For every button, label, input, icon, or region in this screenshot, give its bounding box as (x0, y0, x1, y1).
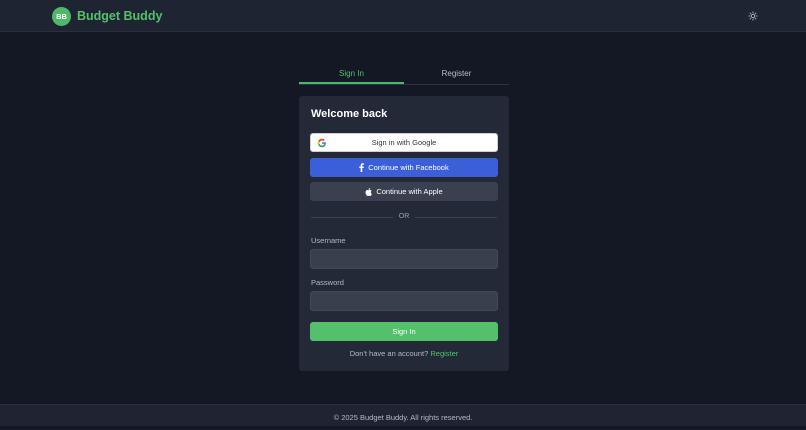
login-card: Welcome back Sign in with Google Continu… (299, 96, 509, 371)
footer: © 2025 Budget Buddy. All rights reserved… (0, 404, 806, 426)
register-link[interactable]: Register (430, 349, 458, 358)
footer-text: © 2025 Budget Buddy. All rights reserved… (333, 413, 473, 422)
card-title: Welcome back (311, 108, 388, 120)
brand-name: Budget Buddy (77, 9, 163, 23)
username-label: Username (311, 236, 346, 245)
google-sign-in-button[interactable]: Sign in with Google (310, 133, 498, 152)
apple-sign-in-button[interactable]: Continue with Apple (310, 182, 498, 201)
top-navbar: BB Budget Buddy (0, 0, 806, 32)
username-input[interactable] (310, 249, 498, 269)
divider-line-right (415, 217, 497, 218)
tab-register[interactable]: Register (404, 66, 509, 84)
sign-in-button[interactable]: Sign In (310, 322, 498, 341)
auth-tabs: Sign In Register (299, 66, 509, 85)
google-icon (317, 138, 327, 148)
facebook-icon (359, 163, 365, 172)
password-input[interactable] (310, 291, 498, 311)
register-prompt-text: Don't have an account? (349, 349, 431, 358)
facebook-sign-in-button[interactable]: Continue with Facebook (310, 158, 498, 177)
facebook-button-label: Continue with Facebook (368, 163, 449, 172)
apple-button-label: Continue with Apple (376, 187, 443, 196)
tab-sign-in[interactable]: Sign In (299, 66, 404, 84)
brand[interactable]: BB Budget Buddy (52, 6, 162, 26)
apple-icon (365, 187, 373, 196)
register-prompt: Don't have an account? Register (299, 349, 509, 358)
or-divider: OR (311, 212, 497, 222)
brand-logo: BB (52, 6, 71, 26)
google-button-label: Sign in with Google (371, 138, 437, 147)
sun-icon[interactable] (745, 8, 761, 24)
password-label: Password (311, 278, 344, 287)
